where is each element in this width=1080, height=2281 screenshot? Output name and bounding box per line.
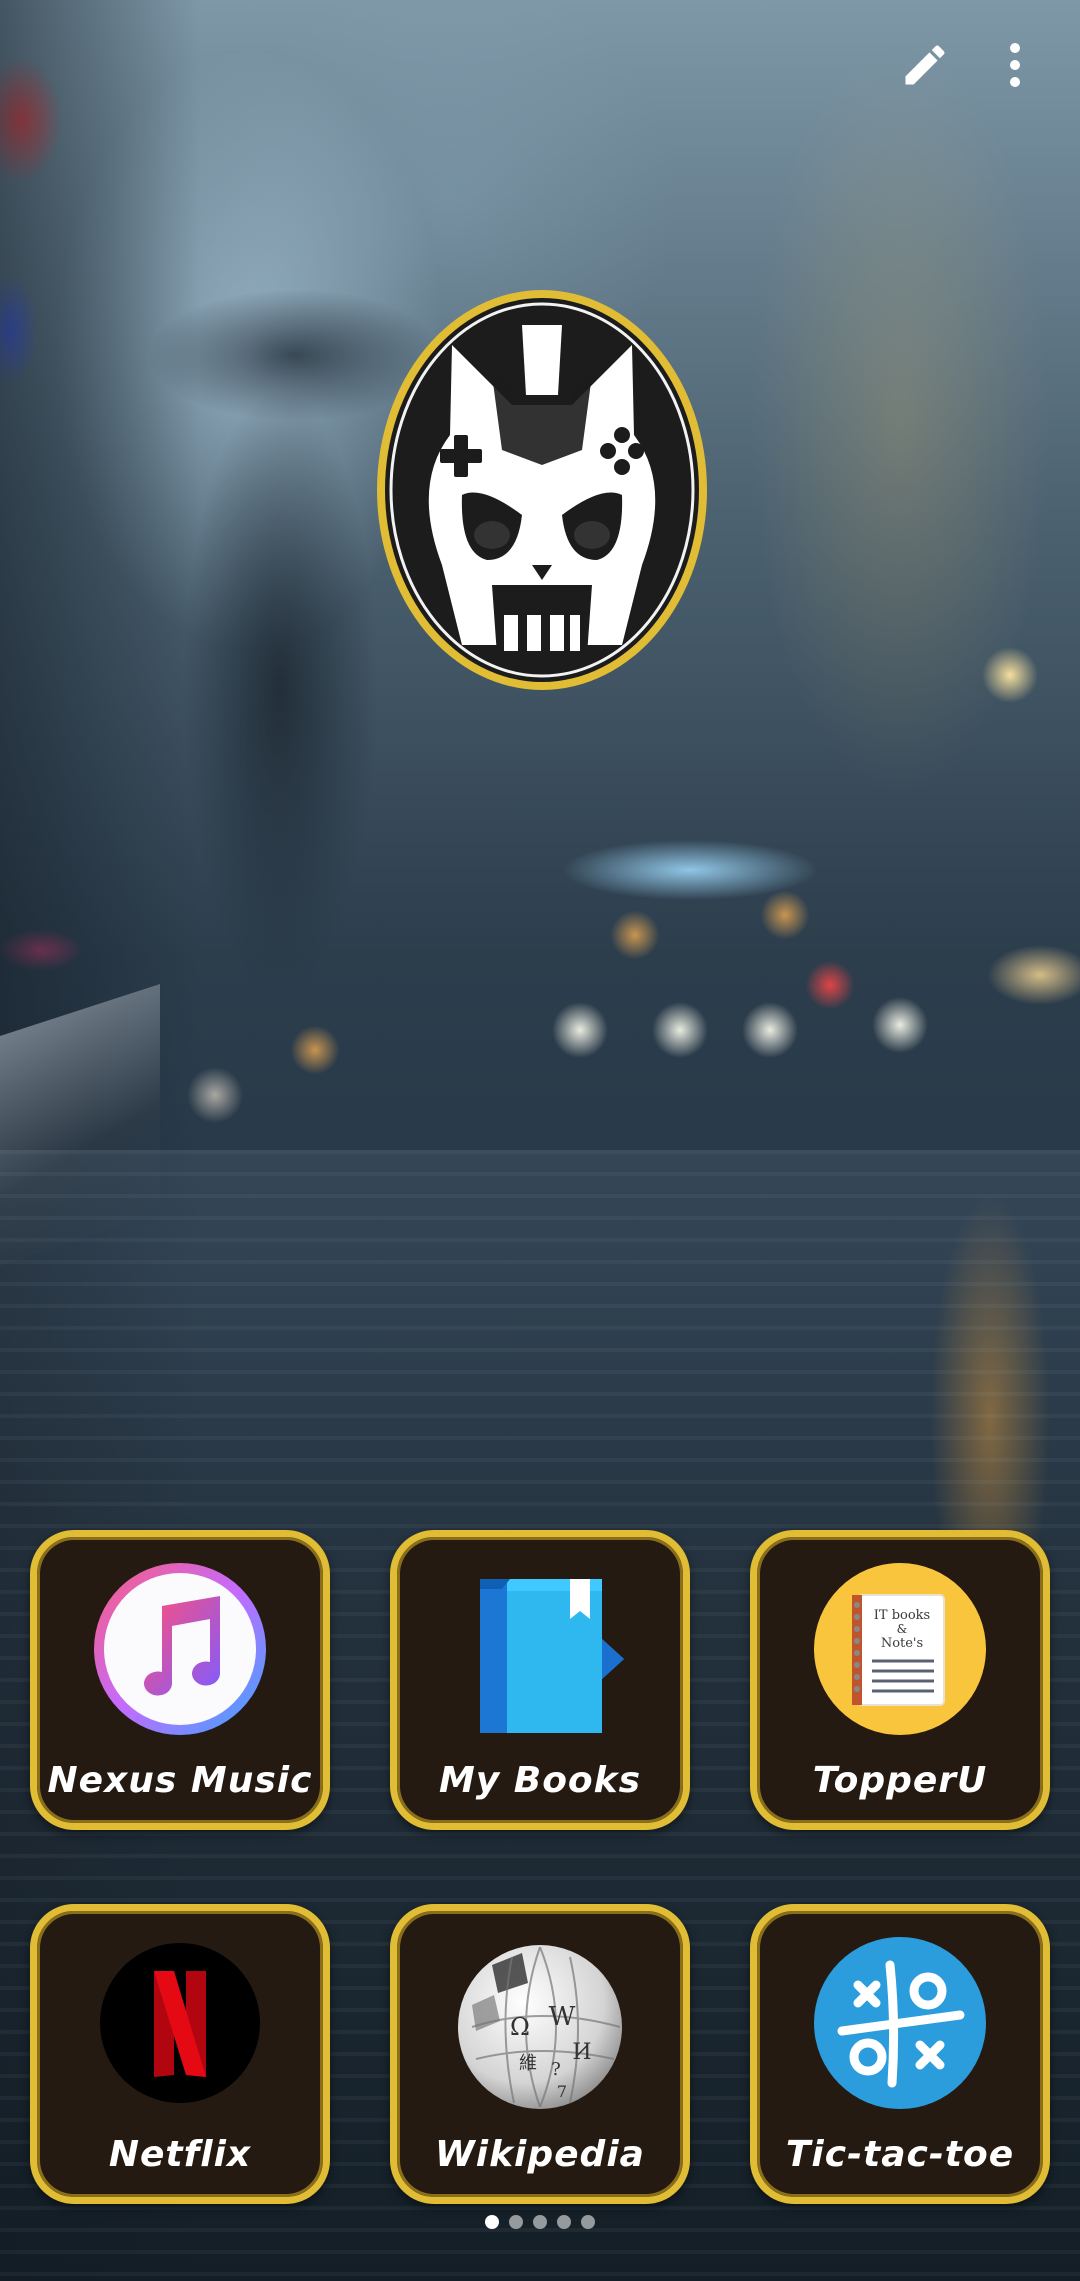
- app-label: Netflix: [108, 2134, 252, 2175]
- app-tile-wikipedia[interactable]: Ω W И 維 ? 7 Wikipedia: [390, 1904, 690, 2204]
- notebook-icon: IT books & Note's: [814, 1563, 986, 1735]
- page-indicator[interactable]: [0, 2210, 1080, 2234]
- page-dot[interactable]: [581, 2215, 595, 2229]
- svg-text:IT books: IT books: [874, 1608, 930, 1623]
- app-tile-tic-tac-toe[interactable]: Tic-tac-toe: [750, 1904, 1050, 2204]
- gaming-skull-logo-icon: [377, 290, 707, 690]
- app-label: My Books: [438, 1760, 642, 1801]
- page-dot[interactable]: [557, 2215, 571, 2229]
- profile-logo[interactable]: [372, 285, 712, 695]
- top-toolbar: [840, 30, 1080, 100]
- app-label: TopperU: [812, 1760, 988, 1801]
- netflix-icon: [100, 1943, 260, 2103]
- edit-button[interactable]: [890, 30, 960, 100]
- svg-text:И: И: [572, 2040, 591, 2065]
- app-label: Tic-tac-toe: [785, 2134, 1015, 2175]
- app-tile-my-books[interactable]: My Books: [390, 1530, 690, 1830]
- more-vertical-icon: [1010, 43, 1020, 87]
- page-dot[interactable]: [533, 2215, 547, 2229]
- svg-text:W: W: [549, 2002, 576, 2032]
- app-tile-netflix[interactable]: Netflix: [30, 1904, 330, 2204]
- pencil-icon: [905, 45, 945, 85]
- svg-text:7: 7: [557, 2082, 567, 2101]
- page-dot[interactable]: [509, 2215, 523, 2229]
- svg-text:Ω: Ω: [510, 2013, 530, 2041]
- svg-text:Note's: Note's: [881, 1636, 923, 1651]
- music-note-icon: [94, 1563, 266, 1735]
- svg-text:?: ?: [551, 2059, 561, 2080]
- page-dot[interactable]: [485, 2215, 499, 2229]
- play-books-icon: [480, 1579, 624, 1733]
- svg-text:維: 維: [519, 2053, 537, 2074]
- app-label: Nexus Music: [47, 1760, 313, 1801]
- app-tile-topperu[interactable]: IT books & Note's TopperU: [750, 1530, 1050, 1830]
- app-label: Wikipedia: [435, 2134, 645, 2175]
- more-options-button[interactable]: [980, 30, 1050, 100]
- tic-tac-toe-icon: [814, 1937, 986, 2109]
- app-tile-nexus-music[interactable]: Nexus Music: [30, 1530, 330, 1830]
- wikipedia-globe-icon: Ω W И 維 ? 7: [458, 1945, 622, 2109]
- svg-text:&: &: [897, 1622, 908, 1636]
